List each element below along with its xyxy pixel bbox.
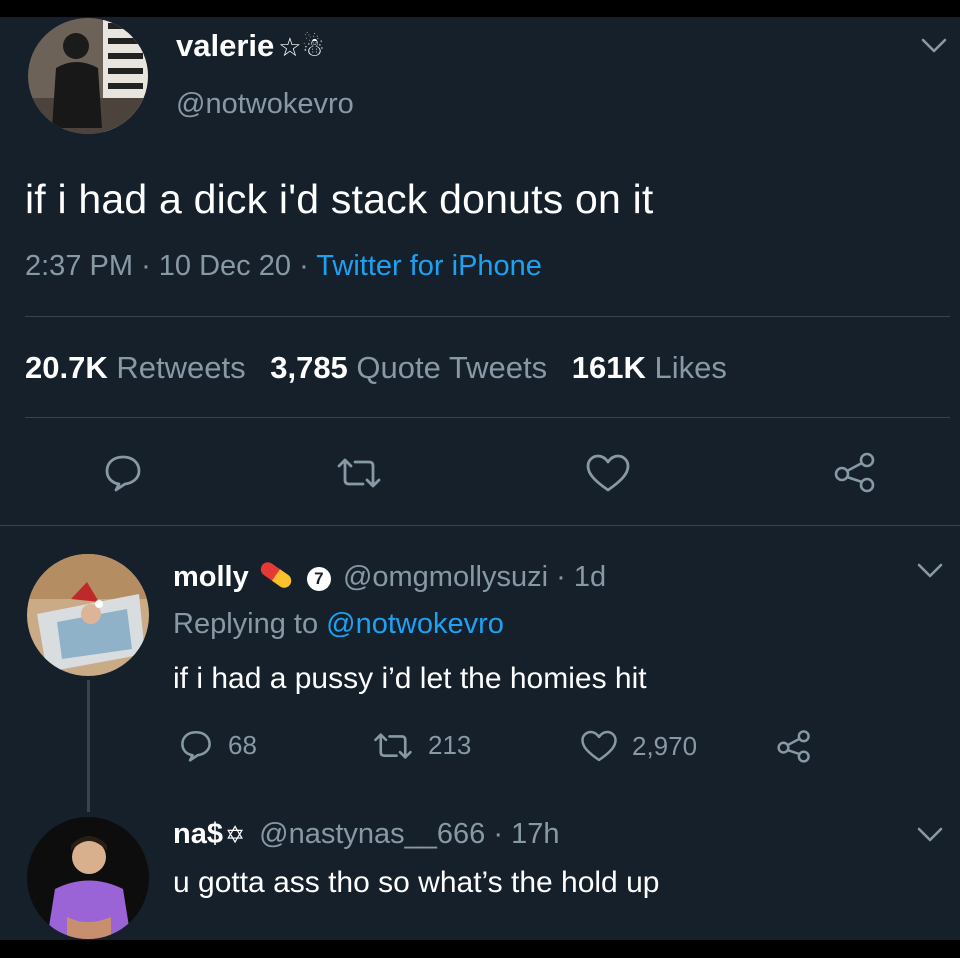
reply-avatar[interactable] bbox=[27, 817, 149, 939]
reply-display-name[interactable]: molly bbox=[173, 561, 249, 593]
retweets-stat[interactable]: 20.7K Retweets bbox=[25, 350, 246, 385]
likes-stat[interactable]: 161K Likes bbox=[572, 350, 727, 385]
pill-icon bbox=[257, 560, 295, 598]
name-emoji: ☆☃ bbox=[278, 32, 325, 62]
badge-number-icon: 7 bbox=[306, 567, 331, 591]
reply-age: · 17h bbox=[493, 818, 560, 850]
reply-age: · 1d bbox=[556, 561, 607, 593]
tweet-stats: 20.7K Retweets 3,785 Quote Tweets 161K L… bbox=[25, 350, 727, 386]
quote-tweets-stat[interactable]: 3,785 Quote Tweets bbox=[270, 350, 547, 385]
retweet-count: 213 bbox=[428, 730, 472, 760]
divider bbox=[25, 417, 950, 418]
chevron-down-icon[interactable] bbox=[916, 561, 944, 586]
reply-count: 68 bbox=[228, 729, 257, 760]
main-avatar[interactable] bbox=[28, 18, 148, 134]
reply-handle[interactable]: @omgmollysuzi bbox=[343, 561, 548, 593]
tweet-time: 2:37 PM bbox=[25, 250, 133, 282]
reply-text: if i had a pussy i’d let the homies hit bbox=[173, 662, 647, 695]
reply-display-name[interactable]: na$ bbox=[173, 818, 223, 850]
tweet-client-link[interactable]: Twitter for iPhone bbox=[316, 250, 542, 282]
chevron-down-icon[interactable] bbox=[916, 825, 944, 850]
reply-icon[interactable] bbox=[103, 452, 143, 497]
retweet-icon[interactable] bbox=[335, 456, 383, 495]
replying-to: Replying to @notwokevro bbox=[173, 608, 504, 640]
share-icon[interactable] bbox=[776, 729, 826, 763]
reply-text: u gotta ass tho so what’s the hold up bbox=[173, 866, 660, 899]
reply-header: molly 7 @omgmollysuzi · 1d bbox=[173, 560, 606, 598]
reply-handle[interactable]: @nastynas__666 bbox=[259, 818, 485, 850]
star-of-david-icon: ✡ bbox=[224, 822, 246, 849]
reply-header: na$✡ @nastynas__666 · 17h bbox=[173, 818, 559, 851]
replying-to-link[interactable]: @notwokevro bbox=[326, 608, 504, 640]
divider bbox=[0, 525, 960, 526]
divider bbox=[25, 316, 950, 317]
like-icon[interactable] bbox=[585, 453, 631, 498]
top-black-bar bbox=[0, 0, 960, 17]
reply-count-button[interactable]: 68 bbox=[178, 728, 257, 762]
chevron-down-icon[interactable] bbox=[920, 36, 948, 61]
reply-avatar[interactable] bbox=[27, 554, 149, 676]
tweet-text: if i had a dick i'd stack donuts on it bbox=[25, 176, 654, 222]
tweet-meta: 2:37 PM · 10 Dec 20 · Twitter for iPhone bbox=[25, 250, 542, 283]
main-handle[interactable]: @notwokevro bbox=[176, 88, 354, 121]
retweet-count-button[interactable]: 213 bbox=[372, 730, 471, 761]
meta-separator: · bbox=[141, 250, 151, 282]
share-icon[interactable] bbox=[833, 451, 877, 498]
main-display-name[interactable]: valerie ☆☃ bbox=[176, 28, 325, 64]
like-count: 2,970 bbox=[632, 730, 698, 761]
thread-line bbox=[87, 680, 90, 812]
meta-separator: · bbox=[299, 250, 309, 282]
tweet-date: 10 Dec 20 bbox=[158, 250, 291, 282]
like-count-button[interactable]: 2,970 bbox=[580, 729, 697, 763]
bottom-black-bar bbox=[0, 940, 960, 958]
